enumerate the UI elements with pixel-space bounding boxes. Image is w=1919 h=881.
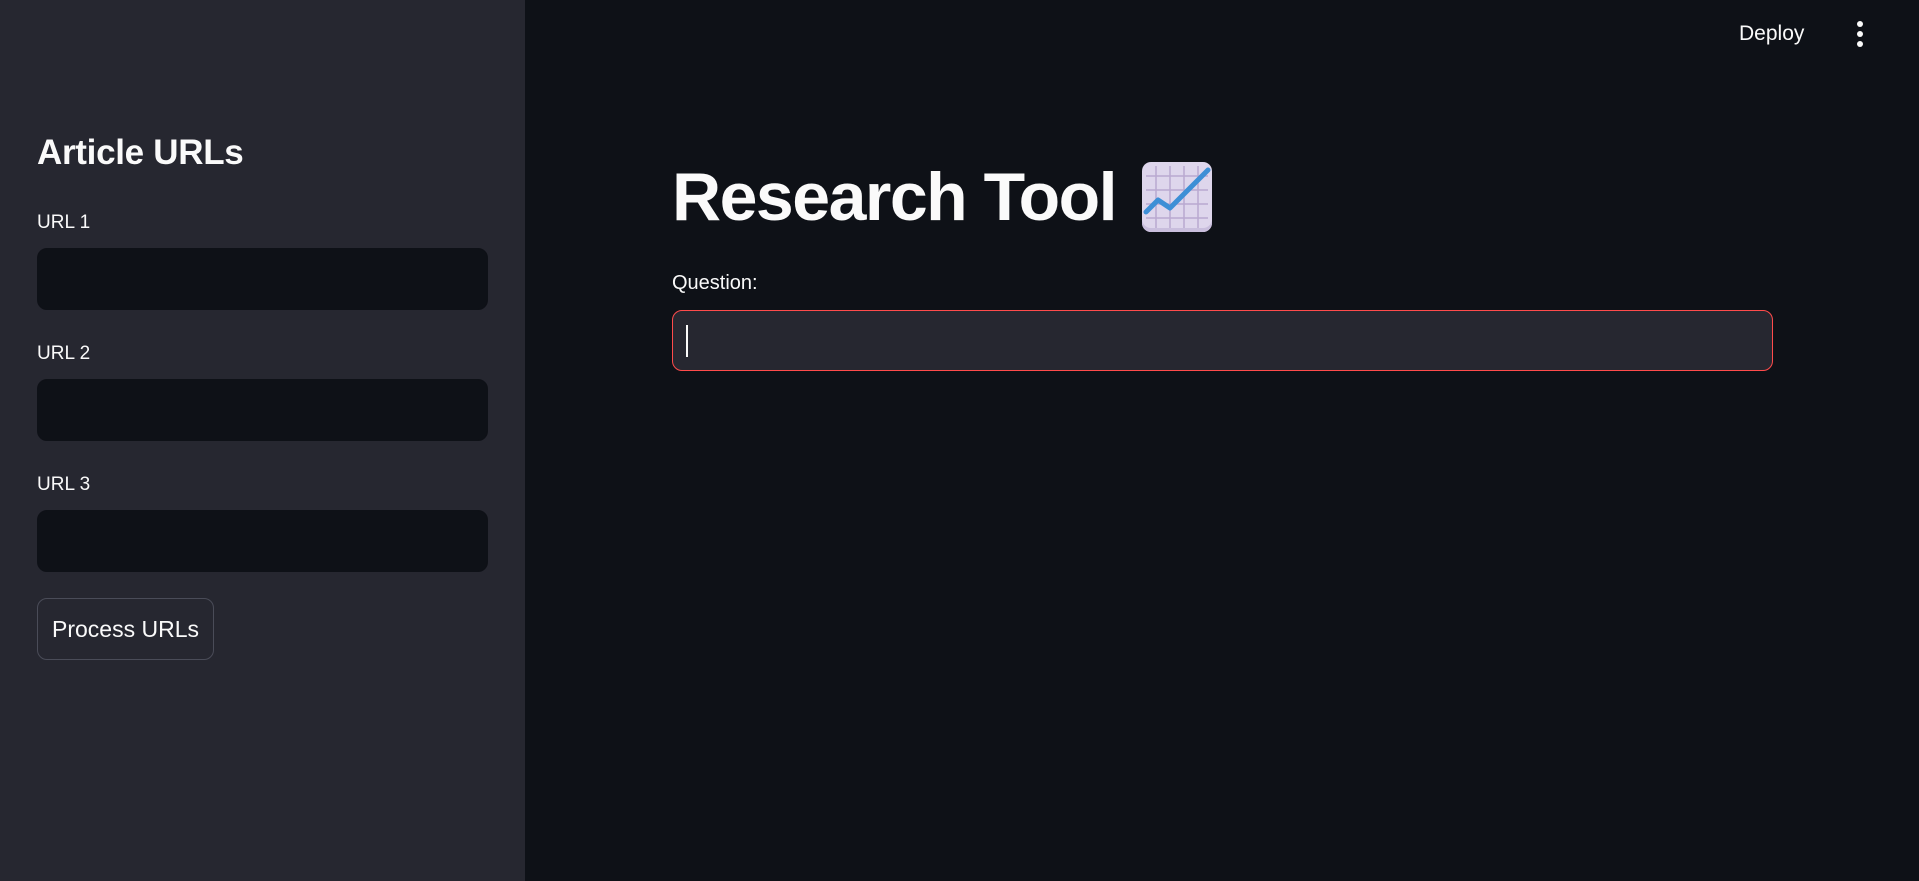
question-label: Question: [672,272,758,294]
url-2-input[interactable] [37,379,488,441]
url-1-label: URL 1 [37,212,91,233]
deploy-button[interactable]: Deploy [1739,20,1804,48]
page-title: Research Tool [672,158,1213,236]
sidebar-heading: Article URLs [37,133,244,172]
menu-dot [1857,21,1863,27]
vertical-ellipsis-icon[interactable] [1848,18,1872,50]
url-3-input[interactable] [37,510,488,572]
sidebar: Article URLs URL 1 URL 2 URL 3 Process U… [0,0,525,881]
menu-dot [1857,31,1863,37]
question-input[interactable] [672,310,1773,371]
process-urls-button[interactable]: Process URLs [37,598,214,660]
page-title-text: Research Tool [672,159,1118,235]
url-1-input[interactable] [37,248,488,310]
text-caret [686,325,688,357]
url-3-label: URL 3 [37,474,91,495]
app-root: Article URLs URL 1 URL 2 URL 3 Process U… [0,0,1919,881]
url-2-label: URL 2 [37,343,91,364]
menu-dot [1857,41,1863,47]
chart-increasing-icon [1142,162,1213,232]
